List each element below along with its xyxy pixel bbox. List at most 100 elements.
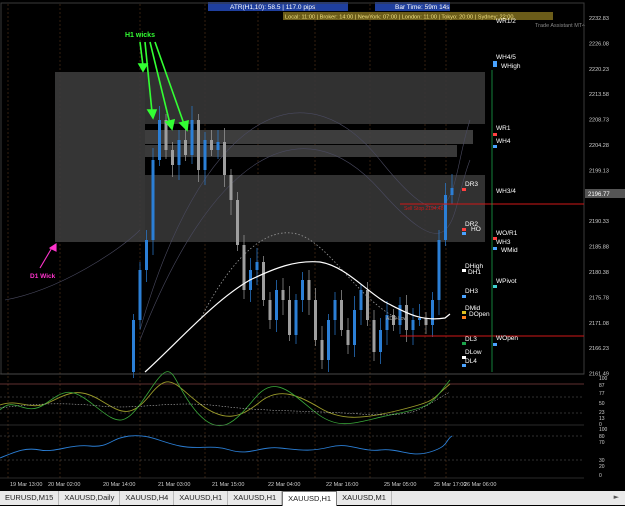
- price-tick: 2166.23: [589, 346, 609, 352]
- sessions-text: Local: 11:00 | Broker: 14:00 | NewYork: …: [285, 15, 513, 21]
- h1-wicks-annotation: H1 wicks: [125, 32, 155, 39]
- level-dl4: DL4: [465, 358, 477, 365]
- candle-body: [333, 300, 337, 320]
- candle-body: [210, 140, 213, 150]
- level-whigh: WHigh: [501, 63, 521, 70]
- level-wr1: WR1: [496, 125, 511, 132]
- candle-body: [288, 300, 291, 335]
- candle-body: [418, 318, 421, 320]
- level-dh1: DH1: [468, 269, 481, 276]
- chart-area[interactable]: ATR(H1,10): 58.5 | 117.0 pips Bar Time: …: [0, 0, 625, 491]
- supply-zones: [55, 72, 485, 242]
- candle-body: [320, 340, 324, 360]
- price-tick: 2175.78: [589, 295, 609, 301]
- time-tick: 21 Mar 03:00: [158, 482, 190, 488]
- tab-scroll-icon[interactable]: ►: [614, 493, 619, 501]
- candle-body: [236, 200, 239, 245]
- osc2-tick: 100: [599, 427, 608, 433]
- candle-body: [314, 300, 317, 340]
- price-tick: 2232.83: [589, 16, 609, 22]
- candle-body: [450, 188, 454, 195]
- candle-body: [177, 140, 181, 165]
- chart-tabs-bar: EURUSD,M15 XAUUSD,Daily XAUUSD,H4 XAUUSD,H1…: [0, 491, 625, 506]
- candle-body: [340, 300, 343, 330]
- candle-body: [197, 120, 200, 170]
- chart-tab[interactable]: XAUUSD,H1: [282, 491, 338, 506]
- level-dlow: DLow: [465, 349, 482, 356]
- candle-body: [216, 142, 220, 150]
- chart-tab[interactable]: XAUUSD,M1: [337, 491, 392, 505]
- candle-body: [229, 175, 233, 200]
- price-tick: 2199.13: [589, 168, 609, 174]
- osc2-tick: 0: [599, 473, 602, 479]
- candle-body: [327, 320, 330, 360]
- price-tick: 2190.33: [589, 219, 609, 225]
- chart-tab[interactable]: XAUUSD,H1: [174, 491, 229, 505]
- candle-body: [184, 140, 187, 155]
- chart-tab[interactable]: XAUUSD,Daily: [59, 491, 121, 505]
- osc1-tick: 77: [599, 391, 605, 397]
- candle-body: [262, 262, 265, 300]
- time-tick: 26 Mar 06:00: [464, 482, 496, 488]
- level-dl3: DL3: [465, 336, 477, 343]
- atr-value: ATR(H1,10): 58.5 | 117.0 pips: [230, 4, 316, 11]
- osc1-tick: 87: [599, 383, 605, 389]
- candle-body: [203, 140, 207, 170]
- level-wpivot: WPivot: [496, 278, 517, 285]
- indicator-name: Trade Assistant MT4: [535, 23, 585, 29]
- level-wopen: WOpen: [496, 335, 518, 342]
- candle-body: [255, 262, 259, 270]
- price-tick: 2208.73: [589, 118, 609, 124]
- chart-tab[interactable]: EURUSD,M15: [0, 491, 60, 505]
- time-tick: 25 Mar 05:00: [384, 482, 416, 488]
- price-tick: 2180.38: [589, 270, 609, 276]
- candle-body: [431, 300, 434, 325]
- price-tick: 2204.28: [589, 143, 609, 149]
- level-wo-r1: WO/R1: [496, 230, 518, 237]
- price-tick: 2226.08: [589, 41, 609, 47]
- chart-tab[interactable]: XAUUSD,H1: [228, 491, 283, 505]
- candle-body: [294, 300, 298, 335]
- level-ho: HO: [471, 226, 481, 233]
- candle-body: [171, 150, 174, 165]
- level-wh4: WH4: [496, 138, 511, 145]
- level-dopen: DOpen: [469, 311, 490, 318]
- price-tick: 2185.88: [589, 245, 609, 251]
- candle-body: [366, 290, 369, 320]
- time-tick: 22 Mar 16:00: [326, 482, 358, 488]
- candle-body: [307, 280, 311, 300]
- candle-body: [346, 330, 350, 345]
- price-tick: 2220.23: [589, 67, 609, 73]
- candle-body: [151, 160, 155, 240]
- candle-body: [158, 120, 161, 160]
- time-tick: 19 Mar 13:00: [10, 482, 42, 488]
- candle-body: [353, 310, 356, 345]
- candle-body: [132, 320, 135, 372]
- time-tick: 21 Mar 15:00: [212, 482, 244, 488]
- level-wh3: WH3: [496, 239, 511, 246]
- time-tick: 20 Mar 14:00: [103, 482, 135, 488]
- d1-wick-annotation: D1 Wick: [30, 273, 56, 280]
- chart-tab[interactable]: XAUUSD,H4: [120, 491, 175, 505]
- time-tick: 22 Mar 04:00: [268, 482, 300, 488]
- level-dr3: DR3: [465, 181, 478, 188]
- candle-body: [411, 320, 415, 330]
- candle-body: [301, 280, 304, 300]
- time-tick: 20 Mar 02:00: [48, 482, 80, 488]
- price-tick: 2171.08: [589, 321, 609, 327]
- osc2-tick: 20: [599, 464, 605, 470]
- candle-body: [281, 290, 285, 300]
- adr-low-label: ADR Low: [386, 316, 408, 322]
- current-price: 2196.77: [588, 192, 610, 198]
- candle-body: [190, 120, 194, 155]
- osc2-tick: 70: [599, 440, 605, 446]
- sell-stop-label: Sell Stop 2194.48: [404, 206, 444, 212]
- candle-body: [275, 290, 278, 320]
- osc1-tick: 50: [599, 401, 605, 407]
- candle-body: [444, 195, 447, 240]
- trading-terminal-window: ATR(H1,10): 58.5 | 117.0 pips Bar Time: …: [0, 0, 625, 506]
- candle-body: [437, 240, 441, 300]
- candle-body: [398, 305, 402, 325]
- candle-body: [145, 240, 148, 270]
- level-wmid: WMid: [501, 247, 518, 254]
